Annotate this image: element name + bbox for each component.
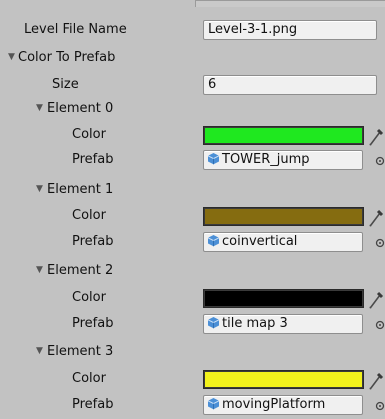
prefab-cube-icon — [207, 317, 220, 329]
element-2-foldout[interactable]: ▼ Element 2 — [0, 259, 385, 285]
object-picker-circle-icon[interactable] — [375, 401, 385, 411]
eyedropper-icon[interactable] — [368, 206, 385, 228]
element-3-color-field[interactable] — [203, 370, 364, 389]
element-2-prefab-row: Prefab tile map 3 — [0, 312, 385, 338]
element-1-color-label: Color — [72, 208, 106, 223]
element-0-prefab-label: Prefab — [72, 152, 114, 167]
eyedropper-icon[interactable] — [368, 288, 385, 310]
element-0-color-label: Color — [72, 127, 106, 142]
element-1-label: Element 1 — [47, 182, 114, 197]
element-1-prefab-value: coinvertical — [222, 234, 298, 249]
element-0-label: Element 0 — [47, 101, 114, 116]
element-0-color-row: Color — [0, 123, 385, 149]
element-1-prefab-row: Prefab coinvertical — [0, 230, 385, 256]
element-3-prefab-value: movingPlatform — [222, 397, 326, 412]
size-label: Size — [52, 77, 79, 92]
element-0-foldout[interactable]: ▼ Element 0 — [0, 97, 385, 123]
level-file-name-label: Level File Name — [24, 22, 127, 37]
object-picker-circle-icon[interactable] — [375, 238, 385, 248]
element-1-color-swatch — [204, 208, 363, 225]
element-3-label: Element 3 — [47, 344, 114, 359]
element-0-prefab-field[interactable]: TOWER_jump — [203, 150, 363, 170]
level-file-name-field[interactable]: Level-3-1.png — [203, 20, 377, 40]
object-picker-circle-icon[interactable] — [375, 320, 385, 330]
element-0-prefab-row: Prefab TOWER_jump — [0, 148, 385, 174]
triangle-down-icon[interactable]: ▼ — [35, 104, 44, 113]
element-2-prefab-label: Prefab — [72, 316, 114, 331]
prefab-cube-icon — [207, 398, 220, 410]
element-2-color-row: Color — [0, 286, 385, 312]
element-3-prefab-row: Prefab movingPlatform — [0, 393, 385, 419]
element-1-foldout[interactable]: ▼ Element 1 — [0, 178, 385, 204]
element-1-prefab-field[interactable]: coinvertical — [203, 232, 363, 252]
element-2-color-field[interactable] — [203, 289, 364, 308]
color-to-prefab-label: Color To Prefab — [18, 50, 116, 65]
object-picker-circle-icon[interactable] — [375, 156, 385, 166]
element-2-label: Element 2 — [47, 263, 114, 278]
element-2-prefab-value: tile map 3 — [222, 316, 288, 331]
element-3-color-swatch — [204, 371, 363, 388]
color-to-prefab-foldout[interactable]: ▼ Color To Prefab — [0, 46, 385, 72]
triangle-down-icon[interactable]: ▼ — [35, 185, 44, 194]
element-3-prefab-field[interactable]: movingPlatform — [203, 395, 363, 415]
element-3-foldout[interactable]: ▼ Element 3 — [0, 340, 385, 366]
element-1-prefab-label: Prefab — [72, 234, 114, 249]
element-1-color-row: Color — [0, 204, 385, 230]
element-2-color-label: Color — [72, 290, 106, 305]
size-row: Size 6 — [0, 73, 385, 99]
element-0-prefab-value: TOWER_jump — [222, 152, 310, 167]
prefab-cube-icon — [207, 153, 220, 165]
field-top-edge — [195, 0, 385, 7]
triangle-down-icon[interactable]: ▼ — [7, 53, 16, 62]
level-file-name-row: Level File Name Level-3-1.png — [0, 18, 385, 44]
element-2-prefab-field[interactable]: tile map 3 — [203, 314, 363, 334]
element-1-color-field[interactable] — [203, 207, 364, 226]
triangle-down-icon[interactable]: ▼ — [35, 266, 44, 275]
eyedropper-icon[interactable] — [368, 125, 385, 147]
element-3-color-row: Color — [0, 367, 385, 393]
element-3-color-label: Color — [72, 371, 106, 386]
element-3-prefab-label: Prefab — [72, 397, 114, 412]
eyedropper-icon[interactable] — [368, 369, 385, 391]
element-0-color-swatch — [204, 127, 363, 144]
prefab-cube-icon — [207, 235, 220, 247]
element-0-color-field[interactable] — [203, 126, 364, 145]
triangle-down-icon[interactable]: ▼ — [35, 347, 44, 356]
element-2-color-swatch — [204, 290, 363, 307]
size-field[interactable]: 6 — [203, 75, 377, 95]
